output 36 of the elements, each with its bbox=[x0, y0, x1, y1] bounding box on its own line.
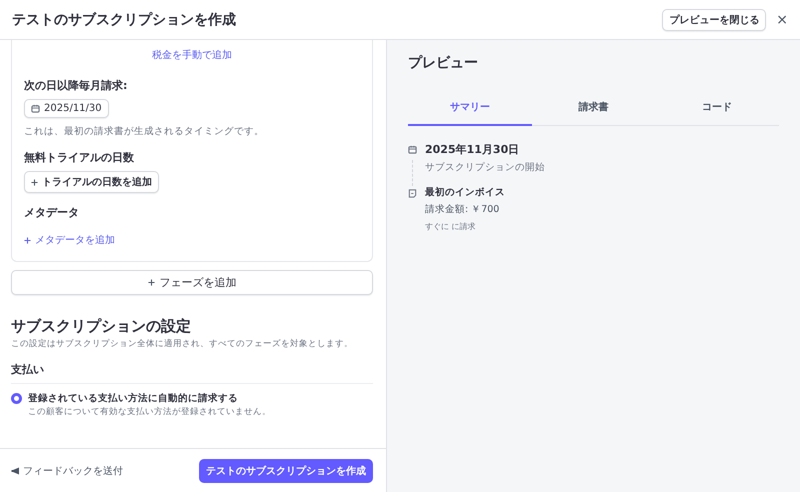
preview-tab[interactable]: 請求書 bbox=[532, 92, 656, 126]
section-description: この設定はサブスクリプション全体に適用され、すべてのフェーズを対象とします。 bbox=[11, 338, 354, 350]
calendar-icon bbox=[31, 104, 40, 113]
close-button[interactable]: × bbox=[774, 12, 790, 28]
event-detail: 請求金額: ￥700 bbox=[425, 203, 500, 216]
payment-label: 支払い bbox=[11, 350, 373, 384]
preview-tab[interactable]: コード bbox=[655, 92, 780, 126]
plus-icon bbox=[24, 236, 31, 244]
option-hint: この顧客について有効な支払い方法が登録されていません。 bbox=[28, 406, 271, 418]
close-preview-button[interactable]: プレビューを閉じる bbox=[662, 8, 766, 30]
create-button[interactable]: テストのサブスクリプションを作成 bbox=[199, 458, 373, 482]
radio-button[interactable] bbox=[11, 393, 22, 404]
calendar-icon bbox=[408, 145, 417, 154]
preview-tab[interactable]: サマリー bbox=[408, 92, 532, 126]
event-detail: すぐに に請求 bbox=[425, 221, 477, 232]
window-title: テストのサブスクリプションを作成 bbox=[12, 10, 236, 28]
preview-title: プレビュー bbox=[408, 54, 479, 72]
metadata-label: メタデータ bbox=[24, 205, 79, 220]
feedback-link[interactable]: フィードバックを送付 bbox=[11, 464, 123, 478]
event-detail: サブスクリプションの開始 bbox=[425, 161, 545, 174]
add-metadata-link[interactable]: メタデータを追加 bbox=[24, 233, 115, 247]
trial-label: 無料トライアルの日数 bbox=[24, 150, 134, 165]
billing-hint: これは、最初の請求書が生成されるタイミングです。 bbox=[24, 125, 264, 138]
add-phase-button[interactable]: フェーズを追加 bbox=[11, 270, 373, 295]
event-title: 最初のインボイス bbox=[425, 186, 505, 199]
add-trial-button[interactable]: トライアルの日数を追加 bbox=[24, 171, 159, 193]
document-icon bbox=[408, 189, 417, 198]
section-title: サブスクリプションの設定 bbox=[11, 317, 192, 336]
event-title: 2025年11月30日 bbox=[425, 142, 520, 157]
date-button[interactable]: 2025/11/30 bbox=[24, 99, 109, 118]
billing-label: 次の日以降毎月請求: bbox=[24, 78, 128, 93]
plus-icon bbox=[148, 279, 154, 286]
add-tax-link[interactable]: 税金を手動で追加 bbox=[152, 50, 232, 61]
option-label: 登録されている支払い方法に自動的に請求する bbox=[28, 392, 239, 405]
megaphone-icon bbox=[11, 466, 20, 474]
plus-icon bbox=[31, 178, 38, 186]
